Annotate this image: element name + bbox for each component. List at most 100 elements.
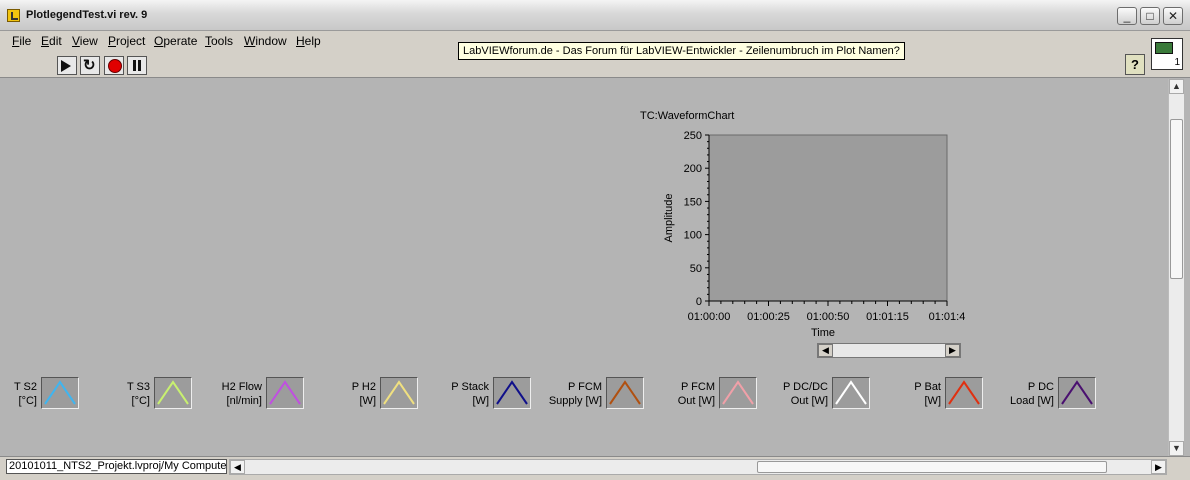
legend-label-line: P DC/DC bbox=[782, 381, 828, 393]
vertical-scrollbar[interactable]: ▲ ▼ bbox=[1168, 79, 1184, 456]
y-tick-label: 100 bbox=[684, 230, 702, 242]
abort-execution-icon[interactable] bbox=[104, 56, 124, 75]
labview-vi-icon bbox=[7, 9, 20, 22]
horizontal-scroll-thumb[interactable] bbox=[757, 461, 1107, 473]
legend-label-unit: [nl/min] bbox=[226, 395, 262, 407]
menu-help[interactable]: Help bbox=[296, 34, 321, 48]
legend-label-line: P FCM bbox=[567, 381, 602, 393]
y-tick-label: 50 bbox=[690, 263, 702, 275]
scroll-left-icon[interactable]: ◀ bbox=[818, 344, 833, 357]
plot-line-icon bbox=[609, 380, 641, 405]
title-bar: PlotlegendTest.vi rev. 9 _ □ ✕ bbox=[0, 0, 1190, 31]
plot-line-icon bbox=[157, 380, 189, 405]
legend-plot-swatch[interactable] bbox=[266, 377, 304, 409]
y-axis-label: Amplitude bbox=[663, 194, 675, 243]
menu-operate[interactable]: Operate bbox=[154, 34, 197, 48]
waveform-chart[interactable]: 250 200 150 100 50 0 01:00:00 01:00:25 01:00:50 0… bbox=[655, 125, 965, 340]
status-bar: 20101011_NTS2_Projekt.lvproj/My Computer… bbox=[0, 456, 1190, 480]
run-continuously-icon[interactable] bbox=[80, 56, 100, 75]
legend-plot-swatch[interactable] bbox=[719, 377, 757, 409]
plot-line-icon bbox=[269, 380, 301, 405]
scroll-right-icon[interactable]: ▶ bbox=[945, 344, 960, 357]
chart-scrollbar[interactable]: ◀ ▶ bbox=[817, 343, 961, 358]
plot-line-icon bbox=[383, 380, 415, 405]
legend-label-unit: [°C] bbox=[131, 395, 150, 407]
scroll-down-icon[interactable]: ▼ bbox=[1169, 441, 1184, 456]
legend-label: P Bat [W] bbox=[914, 380, 941, 408]
menu-file[interactable]: File bbox=[12, 34, 31, 48]
legend-label: P DC/DC Out [W] bbox=[783, 380, 828, 408]
legend-label-line: P H2 bbox=[351, 381, 376, 393]
plot-line-icon bbox=[1061, 380, 1093, 405]
menu-view[interactable]: View bbox=[72, 34, 98, 48]
vi-connector-icon[interactable]: 1 bbox=[1151, 38, 1183, 70]
legend-label: P H2 [W] bbox=[352, 380, 376, 408]
legend-plot-swatch[interactable] bbox=[945, 377, 983, 409]
legend-label: T S2 [°C] bbox=[14, 380, 37, 408]
legend-label-unit: [W] bbox=[924, 395, 942, 407]
legend-label-unit: Load [W] bbox=[1009, 395, 1054, 407]
menu-tools[interactable]: Tools bbox=[205, 34, 233, 48]
plot-line-icon bbox=[835, 380, 867, 405]
legend-plot-swatch[interactable] bbox=[832, 377, 870, 409]
legend-plot-swatch[interactable] bbox=[154, 377, 192, 409]
legend-plot-swatch[interactable] bbox=[1058, 377, 1096, 409]
vi-screen-icon bbox=[1155, 42, 1173, 54]
legend-label-unit: [W] bbox=[472, 395, 490, 407]
chart-title: TC:WaveformChart bbox=[640, 110, 735, 122]
legend-label-unit: Out [W] bbox=[790, 395, 828, 407]
legend-label-line: T S2 bbox=[13, 381, 37, 393]
x-tick-label: 01:01:15 bbox=[866, 311, 909, 323]
x-axis-label: Time bbox=[811, 327, 835, 339]
legend-plot-swatch[interactable] bbox=[606, 377, 644, 409]
tooltip: LabVIEWforum.de - Das Forum für LabVIEW-… bbox=[458, 42, 905, 60]
run-arrow-icon[interactable] bbox=[57, 56, 77, 75]
y-tick-label: 250 bbox=[684, 130, 702, 142]
context-help-button[interactable]: ? bbox=[1125, 54, 1145, 75]
horizontal-scrollbar[interactable]: ◀ ▶ bbox=[229, 459, 1167, 475]
menu-edit[interactable]: Edit bbox=[41, 34, 62, 48]
maximize-button[interactable]: □ bbox=[1140, 7, 1160, 25]
y-tick-label: 0 bbox=[696, 296, 702, 308]
legend-label-unit: [W] bbox=[359, 395, 377, 407]
scroll-up-icon[interactable]: ▲ bbox=[1169, 79, 1184, 94]
plot-line-icon bbox=[948, 380, 980, 405]
y-tick-label: 200 bbox=[684, 163, 702, 175]
legend-label-line: P DC bbox=[1027, 381, 1054, 393]
close-button[interactable]: ✕ bbox=[1163, 7, 1183, 25]
pause-icon[interactable] bbox=[127, 56, 147, 75]
scroll-right-icon[interactable]: ▶ bbox=[1151, 460, 1166, 474]
minimize-button[interactable]: _ bbox=[1117, 7, 1137, 25]
menu-window[interactable]: Window bbox=[244, 34, 287, 48]
legend-plot-swatch[interactable] bbox=[380, 377, 418, 409]
vi-icon-number: 1 bbox=[1174, 57, 1180, 68]
legend-label-line: P Bat bbox=[914, 381, 941, 393]
legend-label: P FCM Supply [W] bbox=[549, 380, 602, 408]
legend-label: T S3 [°C] bbox=[127, 380, 150, 408]
legend-label-line: T S3 bbox=[126, 381, 150, 393]
legend-plot-swatch[interactable] bbox=[493, 377, 531, 409]
plot-area bbox=[708, 134, 948, 302]
plot-line-icon bbox=[722, 380, 754, 405]
plot-line-icon bbox=[44, 380, 76, 405]
x-tick-label: 01:00:00 bbox=[688, 311, 731, 323]
legend-label-line: P FCM bbox=[680, 381, 715, 393]
x-tick-label: 01:00:50 bbox=[807, 311, 850, 323]
legend-label: P DC Load [W] bbox=[1010, 380, 1054, 408]
legend-label-unit: [°C] bbox=[18, 395, 37, 407]
legend-label: P FCM Out [W] bbox=[678, 380, 715, 408]
legend-label-unit: Out [W] bbox=[677, 395, 715, 407]
window-title: PlotlegendTest.vi rev. 9 bbox=[26, 9, 148, 21]
legend-label-line: H2 Flow bbox=[221, 381, 262, 393]
legend-plot-swatch[interactable] bbox=[41, 377, 79, 409]
x-tick-label: 01:01:4 bbox=[929, 311, 965, 323]
menu-project[interactable]: Project bbox=[108, 34, 145, 48]
plot-line-icon bbox=[496, 380, 528, 405]
vertical-scroll-thumb[interactable] bbox=[1170, 119, 1183, 279]
scroll-left-icon[interactable]: ◀ bbox=[230, 460, 245, 474]
project-path: 20101011_NTS2_Projekt.lvproj/My Computer bbox=[6, 459, 227, 474]
legend-label-unit: Supply [W] bbox=[548, 395, 602, 407]
y-tick-label: 150 bbox=[684, 196, 702, 208]
legend-label: H2 Flow [nl/min] bbox=[222, 380, 262, 408]
x-tick-label: 01:00:25 bbox=[747, 311, 790, 323]
